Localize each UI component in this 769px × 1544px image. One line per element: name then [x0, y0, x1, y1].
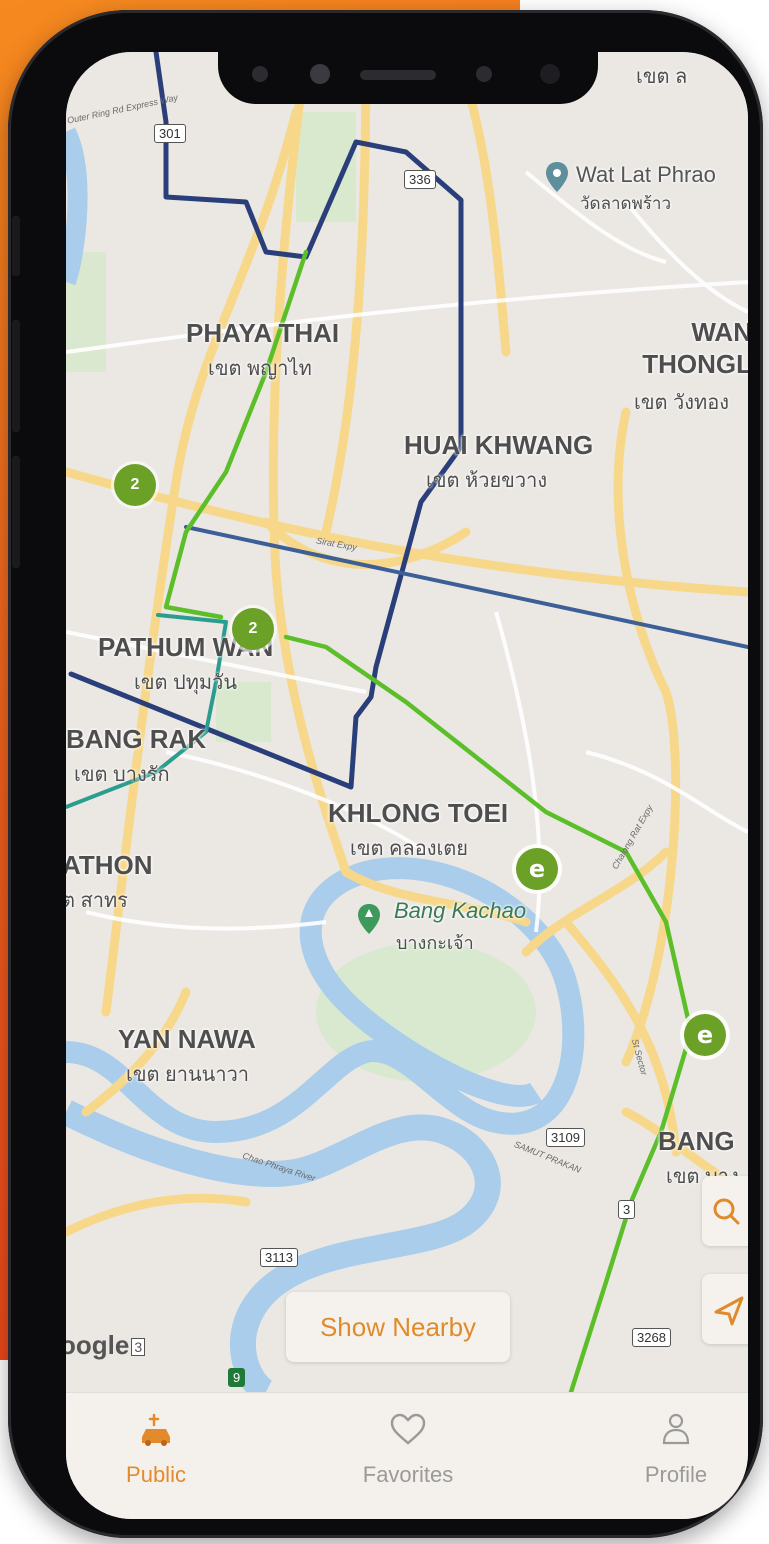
district-thai-label: เขต ล	[636, 66, 688, 88]
district-label: KHLONG TOEI	[328, 798, 509, 828]
district-thai-label: เขต พญาไท	[208, 358, 312, 380]
front-camera	[540, 64, 560, 84]
district-label: ATHON	[66, 850, 153, 880]
poi-thai-label: วัดลาดพร้าว	[580, 194, 672, 213]
district-label: BANG	[658, 1126, 735, 1156]
tab-public[interactable]: Public	[76, 1411, 236, 1488]
location-pin-icon[interactable]	[546, 162, 568, 192]
sensor-dot	[252, 66, 268, 82]
map-view[interactable]: Outer Ring Rd Express Way Sirat Expy Cha…	[66, 52, 748, 1404]
sensor-dot	[476, 66, 492, 82]
district-thai-label: เขต บางรัก	[74, 764, 170, 786]
search-button[interactable]	[702, 1176, 748, 1246]
speaker-grille	[360, 70, 436, 80]
route-shield: 336	[404, 170, 436, 189]
tab-label: Favorites	[362, 1462, 454, 1487]
charging-station-marker[interactable]: e	[516, 848, 558, 890]
route-shield: 9	[228, 1368, 246, 1387]
tab-favorites[interactable]: Favorites	[328, 1411, 488, 1488]
side-button	[12, 320, 20, 432]
district-label: YAN NAWA	[118, 1024, 256, 1054]
district-thai-label: เขต คลองเตย	[350, 838, 469, 860]
district-label: WAN THONGL	[642, 317, 748, 379]
charging-station-marker[interactable]: e	[684, 1014, 726, 1056]
district-thai-label: เขต ยานนาวา	[126, 1064, 250, 1086]
district-label: BANG RAK	[66, 724, 207, 754]
google-logo: oogle 3	[66, 1330, 146, 1361]
charging-car-icon	[142, 1413, 170, 1446]
poi-label: Bang Kachao	[394, 898, 527, 923]
route-shield: 3113	[260, 1248, 298, 1267]
route-shield: 301	[154, 124, 186, 143]
show-nearby-button[interactable]: Show Nearby	[286, 1292, 510, 1362]
camera-dot	[310, 64, 330, 84]
district-thai-label: เขต ห้วยขวาง	[426, 470, 548, 492]
phone-frame: Outer Ring Rd Express Way Sirat Expy Cha…	[8, 10, 763, 1538]
station-cluster-marker[interactable]: 2	[232, 608, 274, 650]
station-cluster-marker[interactable]: 2	[114, 464, 156, 506]
district-thai-label: เขต ปทุมวัน	[134, 672, 238, 694]
tab-label: Profile	[644, 1462, 708, 1487]
person-icon	[662, 1413, 690, 1445]
search-icon	[713, 1198, 740, 1225]
side-button	[12, 216, 20, 276]
app-screen: Outer Ring Rd Express Way Sirat Expy Cha…	[66, 52, 748, 1519]
route-shield: 3268	[632, 1328, 671, 1347]
route-shield: 3	[618, 1200, 636, 1219]
bottom-tab-bar: Public Favorites Profile	[66, 1392, 748, 1519]
route-shield: 3109	[546, 1128, 585, 1147]
tab-label: Public	[126, 1462, 186, 1487]
phone-notch	[218, 52, 598, 104]
navigation-arrow-icon	[714, 1296, 744, 1326]
park-pin-icon[interactable]	[358, 904, 380, 934]
district-thai-label: เขต วังทอง	[634, 392, 730, 414]
side-button	[12, 456, 20, 568]
tab-profile[interactable]: Profile	[596, 1411, 748, 1488]
poi-thai-label: บางกะเจ้า	[396, 933, 474, 953]
district-label: HUAI KHWANG	[404, 430, 594, 460]
map-canvas	[66, 52, 748, 1404]
my-location-button[interactable]	[702, 1274, 748, 1344]
district-thai-label: ต สาทร	[66, 890, 128, 912]
district-label: PHAYA THAI	[186, 318, 340, 348]
heart-icon	[390, 1413, 426, 1445]
poi-label: Wat Lat Phrao	[576, 162, 716, 187]
